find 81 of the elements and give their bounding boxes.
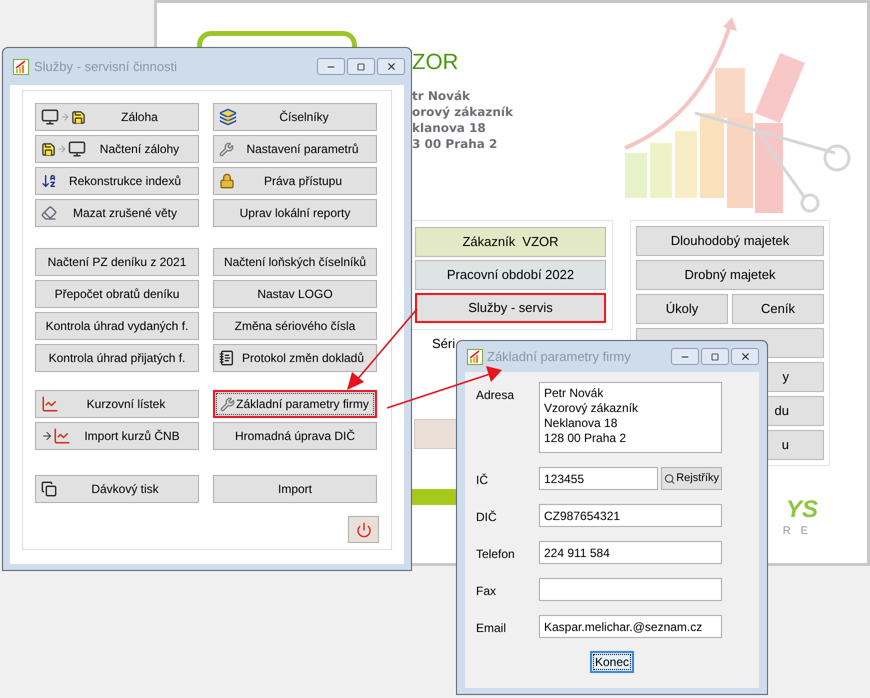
serial-number-label: Séri xyxy=(432,335,456,353)
service-button[interactable]: Základní parametry firmy xyxy=(213,390,377,418)
field-label: DIČ xyxy=(476,509,498,526)
menu-button[interactable]: Služby - servis xyxy=(415,293,606,323)
input-field[interactable]: 123455 xyxy=(539,467,658,490)
service-button[interactable]: Nastavení parametrů xyxy=(213,135,377,163)
service-button[interactable]: Uprav lokální reporty xyxy=(213,199,377,227)
service-button[interactable]: Číselníky xyxy=(213,103,377,131)
address-line: tr Novák xyxy=(412,88,472,104)
close-button[interactable] xyxy=(731,348,759,365)
sort-icon xyxy=(41,173,57,189)
field-label: IČ xyxy=(476,472,489,489)
logo-mark: YS xyxy=(786,498,818,522)
service-button[interactable]: Kontrola úhrad přijatých f. xyxy=(35,344,199,372)
wrench-icon xyxy=(219,142,234,156)
close-icon xyxy=(386,61,396,72)
input-field[interactable] xyxy=(539,578,722,601)
service-button[interactable]: Načtení loňských číselníků xyxy=(213,248,377,276)
address-line: 3 00 Praha 2 xyxy=(412,136,498,152)
lock-icon xyxy=(219,173,235,189)
service-button[interactable]: Změna sériového čísla xyxy=(213,312,377,340)
service-button[interactable]: Nastav LOGO xyxy=(213,280,377,308)
service-button[interactable]: Dávkový tisk xyxy=(35,475,199,503)
power-button[interactable] xyxy=(348,516,379,543)
service-button[interactable]: Práva přístupu xyxy=(213,167,377,195)
maximize-icon xyxy=(357,62,365,70)
menu-button[interactable]: Pracovní období 2022 xyxy=(415,260,606,290)
notepad-icon xyxy=(219,350,235,366)
illustration-bar xyxy=(625,153,647,198)
import-chart-icon xyxy=(41,427,71,445)
maximize-button[interactable] xyxy=(701,348,729,365)
window-title: Základní parametry firmy xyxy=(487,348,632,366)
computer-to-disk-icon xyxy=(41,108,86,126)
app-icon xyxy=(13,58,29,74)
pages-icon xyxy=(41,481,57,497)
address-line: klanova 18 xyxy=(412,120,487,136)
service-button[interactable]: Kontrola úhrad vydaných f. xyxy=(35,312,199,340)
illustration-bar xyxy=(675,131,697,198)
registry-button[interactable]: Rejstříky xyxy=(661,467,722,490)
input-field[interactable]: CZ987654321 xyxy=(539,504,722,527)
disk-to-computer-icon xyxy=(41,140,86,158)
input-field[interactable]: 224 911 584 xyxy=(539,541,722,564)
service-button[interactable]: Rekonstrukce indexů xyxy=(35,167,199,195)
field-label: Email xyxy=(476,620,508,637)
service-button[interactable]: Přepočet obratů deníku xyxy=(35,280,199,308)
field-label: Fax xyxy=(476,583,498,600)
service-button[interactable]: Protokol změn dokladů xyxy=(213,344,377,372)
service-button[interactable]: Import kurzů ČNB xyxy=(35,422,199,450)
logo-tagline: RE xyxy=(782,524,818,538)
field-label: Telefon xyxy=(476,546,516,563)
service-button[interactable]: Načtení zálohy xyxy=(35,135,199,163)
menu-button[interactable]: Úkoly xyxy=(636,294,728,324)
menu-button[interactable]: Dlouhodobý majetek xyxy=(636,226,824,256)
close-icon xyxy=(740,351,750,362)
service-button[interactable]: Kurzovní lístek xyxy=(35,390,199,418)
company-name: ZOR xyxy=(412,48,460,76)
app-icon xyxy=(467,348,483,364)
field-label: Adresa xyxy=(476,387,516,404)
maximize-button[interactable] xyxy=(347,58,375,75)
service-button[interactable]: Import xyxy=(213,475,377,503)
close-dialog-button[interactable]: Konec xyxy=(590,651,634,673)
address-field[interactable]: Petr Novák Vzorový zákazník Neklanova 18 128 00 Praha 2 xyxy=(539,382,722,453)
illustration-bar xyxy=(650,143,672,198)
card-stack-icon xyxy=(219,108,237,126)
service-button[interactable]: Načtení PZ deníku z 2021 xyxy=(35,248,199,276)
service-button[interactable]: Záloha xyxy=(35,103,199,131)
chart-icon xyxy=(41,395,59,413)
address-line: orový zákazník xyxy=(412,104,514,120)
service-button[interactable]: Mazat zrušené věty xyxy=(35,199,199,227)
search-icon xyxy=(664,472,676,484)
close-button[interactable] xyxy=(377,58,405,75)
power-icon xyxy=(356,522,372,538)
service-button[interactable]: Hromadná úprava DIČ xyxy=(213,422,377,450)
menu-button[interactable]: Zákazník VZOR xyxy=(415,227,606,257)
maximize-icon xyxy=(711,352,719,360)
window-title: Služby - servisní činnosti xyxy=(34,58,178,76)
menu-button[interactable]: Drobný majetek xyxy=(636,260,824,290)
menu-button[interactable]: Ceník xyxy=(732,294,824,324)
input-field[interactable]: Kaspar.melichar.@seznam.cz xyxy=(539,615,722,638)
eraser-icon xyxy=(41,205,57,221)
wrench-icon xyxy=(220,396,235,412)
